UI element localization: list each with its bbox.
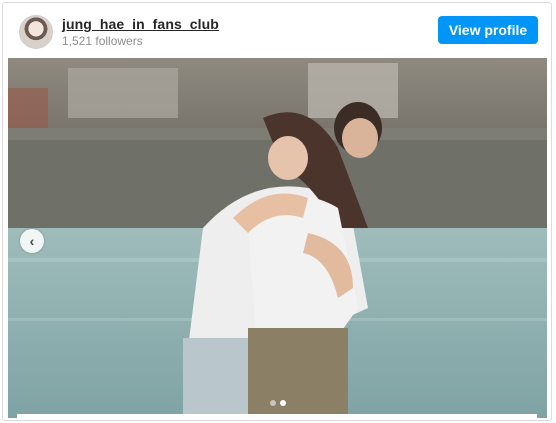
chevron-left-icon: ‹: [29, 233, 35, 249]
post-header: jung_hae_in_fans_club 1,521 followers Vi…: [3, 3, 551, 59]
followers-count: 1,521 followers: [62, 34, 143, 48]
carousel-dot: [269, 400, 276, 406]
username-link[interactable]: jung_hae_in_fans_club: [62, 16, 219, 32]
carousel-indicator: [8, 400, 547, 406]
carousel-prev-button[interactable]: ‹: [20, 229, 44, 253]
post-image[interactable]: ‹: [8, 58, 547, 418]
instagram-embed-card: jung_hae_in_fans_club 1,521 followers Vi…: [2, 2, 552, 421]
carousel-dot-active: [279, 400, 286, 406]
avatar[interactable]: [19, 15, 53, 49]
photo-scene: [8, 58, 547, 418]
card-footer-strip: [17, 414, 537, 420]
view-profile-button[interactable]: View profile: [438, 16, 538, 44]
